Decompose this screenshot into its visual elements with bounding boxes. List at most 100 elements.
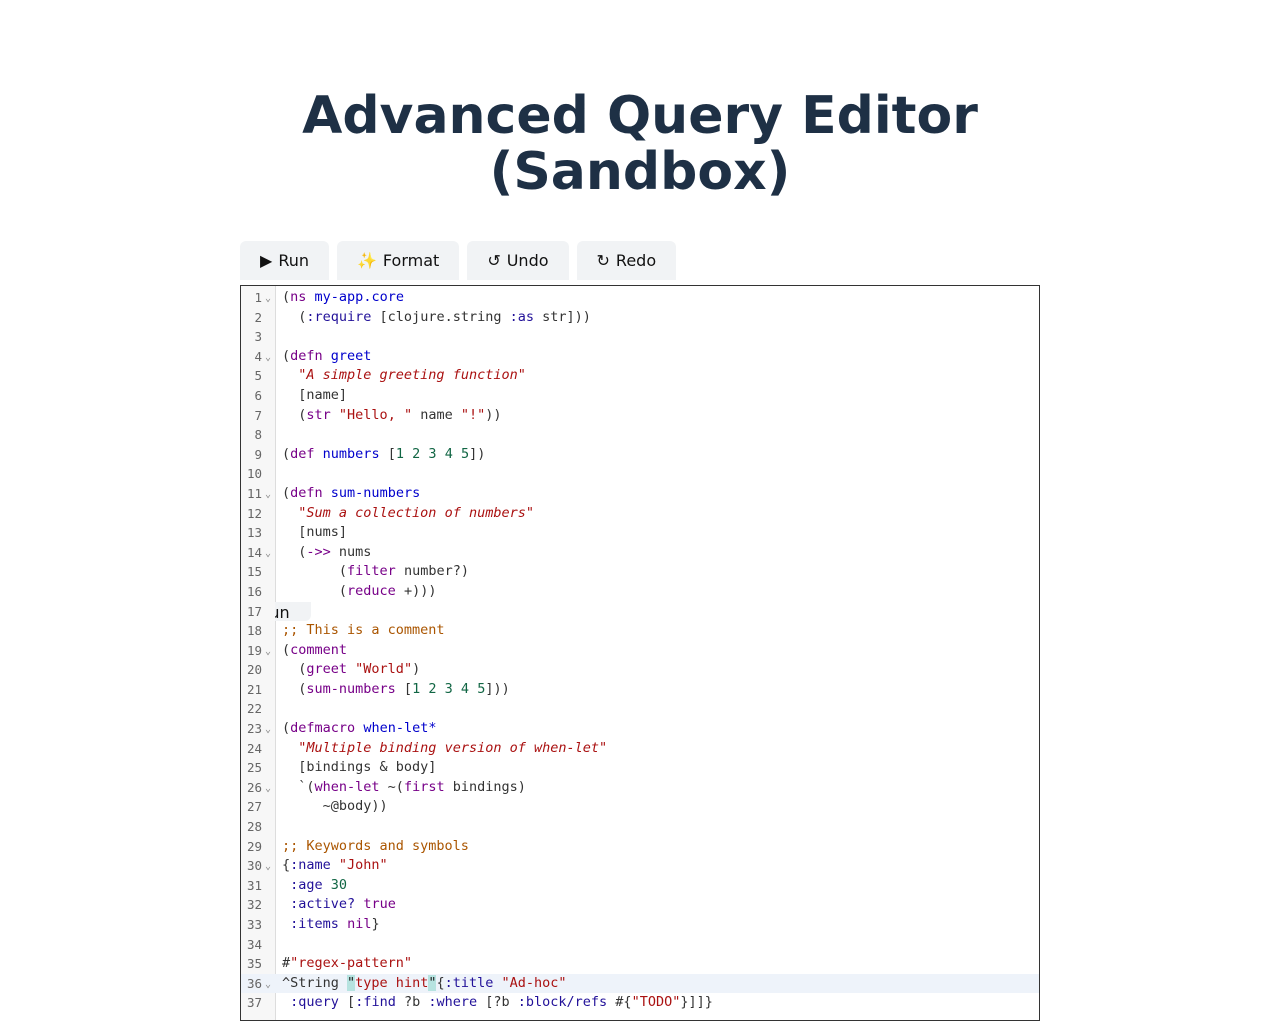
code-token: ])) — [485, 680, 510, 697]
code-token: 30 — [330, 876, 348, 893]
code-line[interactable]: 23 ⌄ (defmacro when-let* — [241, 719, 1039, 739]
code-token: str — [306, 406, 331, 423]
code-line[interactable]: 27 ~@body)) — [241, 797, 1039, 817]
code-line[interactable]: 9 (def numbers [1 2 3 4 5]) — [241, 445, 1039, 465]
code-line[interactable]: 3 — [241, 327, 1039, 347]
code-line[interactable]: 26 ⌄ `(when-let ~(first bindings) — [241, 778, 1039, 798]
code-line[interactable]: 32 :active? true — [241, 895, 1039, 915]
play-icon: ▶ — [260, 251, 273, 270]
code-line[interactable]: 21 (sum-numbers [1 2 3 4 5])) — [241, 680, 1039, 700]
code-line[interactable]: 25 [bindings & body] — [241, 758, 1039, 778]
code-text: (:require [clojure.string :as str])) — [282, 308, 591, 328]
code-text: `(when-let ~(first bindings) — [282, 778, 526, 798]
code-line[interactable]: 35 #"regex-pattern" — [241, 954, 1039, 974]
code-line[interactable]: 11 ⌄ (defn sum-numbers — [241, 484, 1039, 504]
line-number: 21 — [246, 681, 262, 697]
code-token: "regex-pattern" — [290, 955, 413, 972]
code-text: (defn greet — [282, 347, 371, 367]
line-number: 8 — [254, 427, 262, 443]
code-line[interactable]: 16 (reduce +))) — [241, 582, 1039, 602]
code-line[interactable]: 30 ⌄ {:name "John" — [241, 856, 1039, 876]
line-number: 28 — [246, 819, 262, 835]
code-line[interactable]: 22 — [241, 699, 1039, 719]
code-line[interactable]: 2 (:require [clojure.string :as str])) — [241, 308, 1039, 328]
fold-chevron-icon[interactable]: ⌄ — [265, 289, 271, 309]
code-line[interactable]: 10 — [241, 464, 1039, 484]
code-line[interactable]: 20 (greet "World") — [241, 660, 1039, 680]
fold-chevron-icon[interactable]: ⌄ — [265, 485, 271, 505]
code-line[interactable]: 1 ⌄ (ns my-app.core — [241, 288, 1039, 308]
line-number: 9 — [254, 446, 262, 462]
code-token: ( — [282, 445, 291, 462]
fold-chevron-icon[interactable]: ⌄ — [265, 348, 271, 368]
code-line[interactable]: 15 (filter number?) — [241, 562, 1039, 582]
code-line[interactable]: 12 "Sum a collection of numbers" — [241, 504, 1039, 524]
code-token: [ — [395, 680, 413, 697]
code-token: }]]} — [680, 994, 713, 1011]
run-button-label: Run — [278, 251, 309, 270]
code-text: (str "Hello, " name "!")) — [282, 406, 501, 426]
line-number: 31 — [246, 877, 262, 893]
line-number: 13 — [246, 525, 262, 541]
code-text: #"regex-pattern" — [282, 954, 412, 974]
redo-button[interactable]: ↻ Redo — [576, 241, 677, 280]
code-line[interactable]: 6 [name] — [241, 386, 1039, 406]
fold-chevron-icon[interactable]: ⌄ — [265, 544, 271, 564]
code-token: "Multiple binding version of when-let" — [298, 739, 608, 756]
line-number: 16 — [246, 583, 262, 599]
code-line[interactable]: 13 [nums] — [241, 523, 1039, 543]
code-token: ( — [282, 308, 307, 325]
code-line[interactable]: 29 ;; Keywords and symbols — [241, 837, 1039, 857]
fold-chevron-icon[interactable]: ⌄ — [265, 642, 271, 662]
line-number: 35 — [246, 956, 262, 972]
undo-button[interactable]: ↺ Undo — [467, 241, 569, 280]
code-line[interactable]: 24 "Multiple binding version of when-let… — [241, 739, 1039, 759]
format-button[interactable]: ✨ Format — [337, 241, 460, 280]
code-line[interactable]: 28 — [241, 817, 1039, 837]
code-line[interactable]: 4 ⌄ (defn greet — [241, 347, 1039, 367]
code-line[interactable]: 8 — [241, 425, 1039, 445]
code-token: ;; Keywords and symbols — [282, 837, 469, 854]
line-number: 36 — [246, 975, 262, 991]
code-token: "!" — [460, 406, 486, 423]
code-line[interactable]: 14 ⌄ (->> nums — [241, 543, 1039, 563]
code-text: :query [:find ?b :where [?b :block/refs … — [282, 993, 713, 1013]
code-line[interactable]: 34 — [241, 935, 1039, 955]
code-line[interactable]: 5 "A simple greeting function" — [241, 366, 1039, 386]
code-line[interactable]: 19 ⌄ (comment — [241, 641, 1039, 661]
code-token: 3 — [444, 680, 453, 697]
run-button[interactable]: ▶ Run — [240, 241, 329, 280]
code-token: type hint — [355, 974, 429, 991]
code-token: [ — [379, 445, 396, 462]
line-number: 26 — [246, 779, 262, 795]
code-line[interactable]: 36 ⌄ ^String "type hint"{:title "Ad-hoc" — [241, 973, 1039, 995]
code-text: "A simple greeting function" — [282, 366, 526, 386]
code-line[interactable]: 33 :items nil} — [241, 915, 1039, 935]
fold-chevron-icon[interactable]: ⌄ — [265, 779, 271, 799]
line-number: 15 — [246, 564, 262, 580]
code-token: :where — [428, 994, 478, 1011]
code-line[interactable]: 18 ;; This is a comment — [241, 621, 1039, 641]
code-line[interactable]: 17 Run — [241, 601, 1039, 622]
code-token: ( — [282, 641, 291, 658]
code-token: "Sum a collection of numbers" — [298, 504, 534, 521]
code-line[interactable]: 37 :query [:find ?b :where [?b :block/re… — [241, 993, 1039, 1013]
code-token: [nums] — [282, 524, 348, 541]
code-text: (def numbers [1 2 3 4 5]) — [282, 445, 485, 465]
fold-chevron-icon[interactable]: ⌄ — [265, 720, 271, 740]
code-line[interactable]: 31 :age 30 — [241, 876, 1039, 896]
format-button-label: Format — [382, 251, 440, 270]
code-token: { — [282, 857, 291, 874]
fold-chevron-icon[interactable]: ⌄ — [265, 857, 271, 877]
code-line[interactable]: 7 (str "Hello, " name "!")) — [241, 406, 1039, 426]
code-text: ^String "type hint"{:title "Ad-hoc" — [282, 974, 567, 994]
code-text: (defn sum-numbers — [282, 484, 420, 504]
code-editor[interactable]: 1 ⌄ (ns my-app.core 2 (:require [clojure.st… — [240, 285, 1040, 1021]
fold-chevron-icon[interactable]: ⌄ — [265, 975, 271, 995]
